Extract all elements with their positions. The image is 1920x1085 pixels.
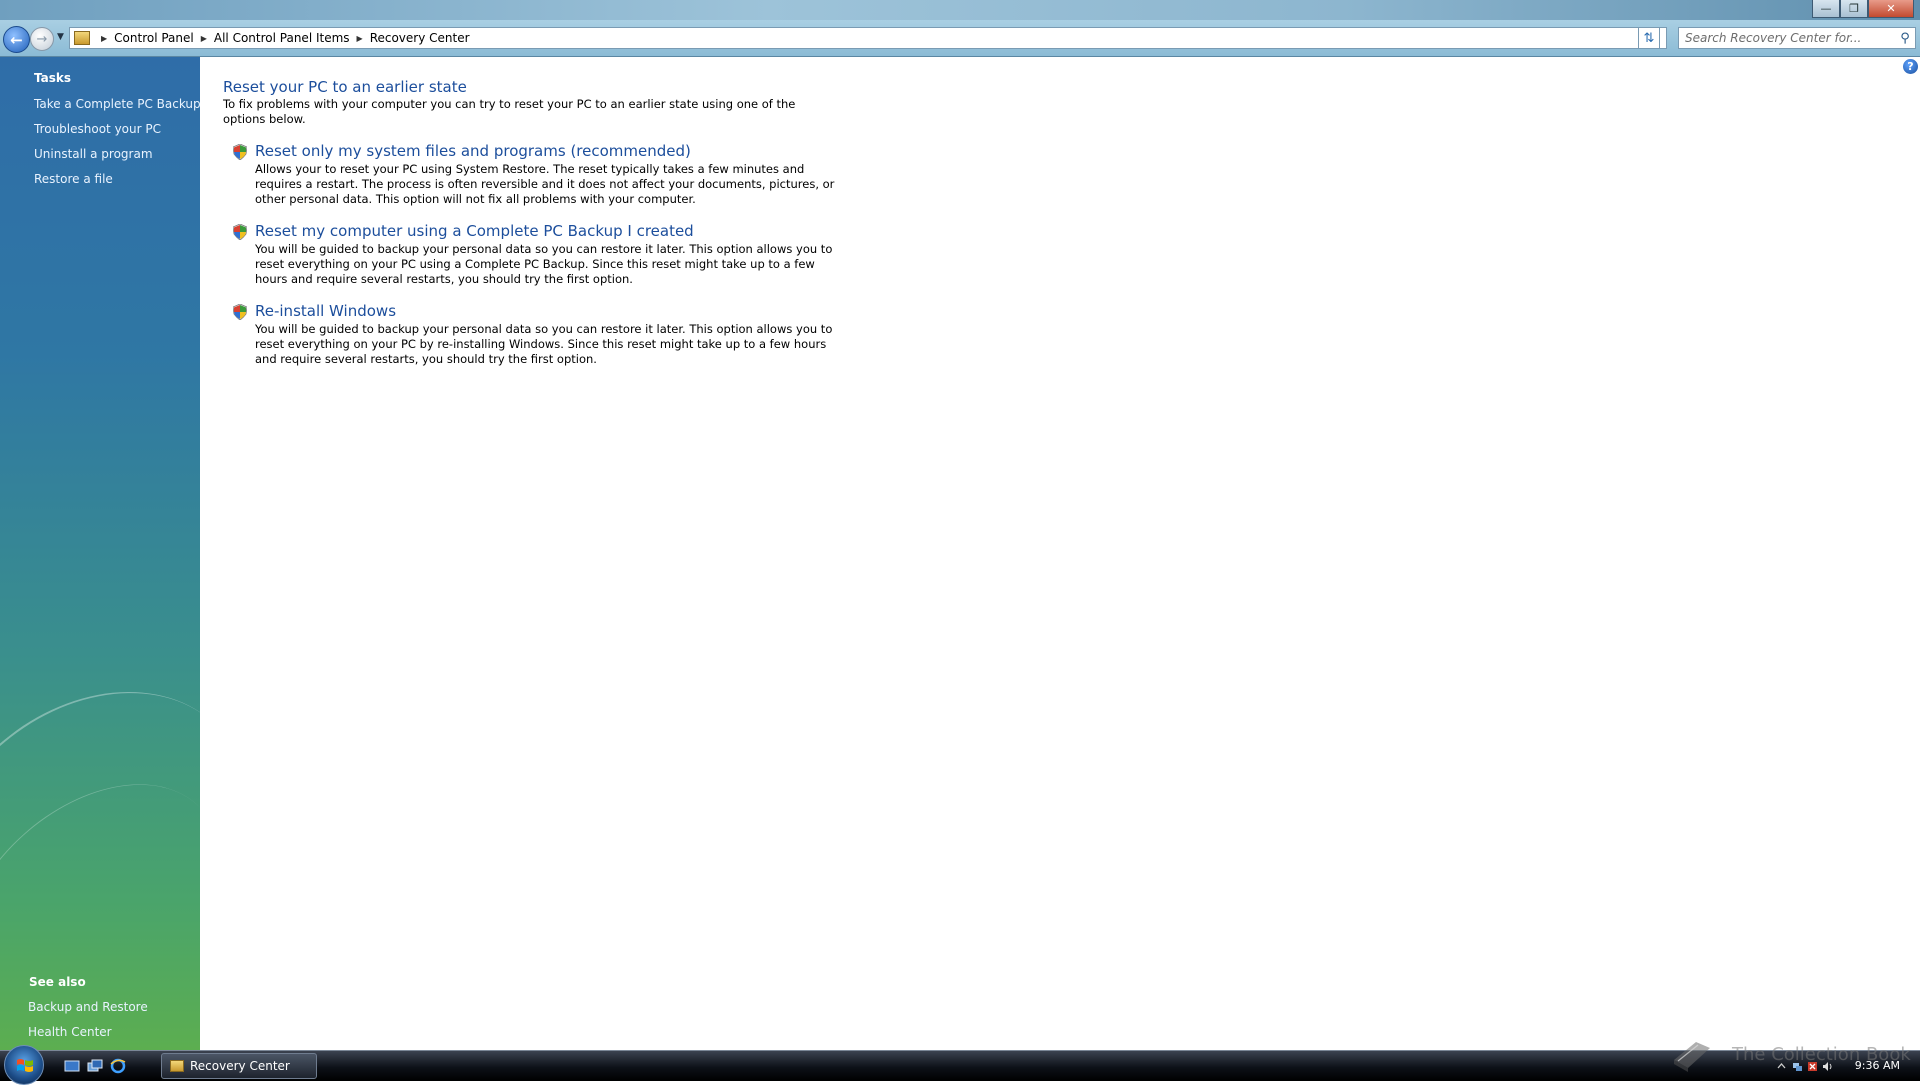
- task-uninstall-a-program[interactable]: Uninstall a program: [34, 147, 153, 161]
- shield-icon: [233, 304, 247, 320]
- help-icon[interactable]: ?: [1903, 59, 1918, 74]
- see-also-health-center[interactable]: Health Center: [28, 1025, 112, 1039]
- option-description: Allows your to reset your PC using Syste…: [255, 162, 835, 206]
- task-restore-a-file[interactable]: Restore a file: [34, 172, 113, 186]
- main-content: ? Reset your PC to an earlier state To f…: [200, 57, 1920, 1050]
- option-title-link[interactable]: Re-install Windows: [255, 302, 396, 320]
- taskbar-button-label: Recovery Center: [190, 1059, 290, 1073]
- forward-arrow-icon: →: [36, 31, 48, 47]
- search-icon[interactable]: ⚲: [1895, 31, 1915, 46]
- control-panel-icon: [74, 31, 90, 45]
- breadcrumb-control-panel[interactable]: Control Panel: [114, 31, 194, 45]
- breadcrumb-arrow-icon[interactable]: ▶: [201, 34, 207, 43]
- taskbar-button-recovery-center[interactable]: Recovery Center: [161, 1053, 317, 1079]
- maximize-icon: ❐: [1849, 2, 1859, 15]
- start-button[interactable]: [4, 1045, 44, 1085]
- shield-icon: [233, 224, 247, 240]
- taskbar: Recovery Center 9:36 AM: [0, 1045, 1920, 1085]
- tasks-heading: Tasks: [34, 71, 72, 85]
- search-input[interactable]: [1679, 30, 1895, 46]
- option-title-link[interactable]: Reset only my system files and programs …: [255, 142, 691, 160]
- watermark: The Collection Book: [1670, 1036, 1920, 1080]
- forward-button[interactable]: →: [30, 27, 54, 51]
- recent-pages-dropdown[interactable]: ▼: [57, 32, 64, 42]
- switch-windows-icon[interactable]: [87, 1058, 103, 1074]
- back-button[interactable]: ←: [3, 26, 30, 53]
- option-description: You will be guided to backup your person…: [255, 242, 833, 286]
- address-bar[interactable]: ▶ Control Panel ▶ All Control Panel Item…: [69, 27, 1667, 49]
- task-troubleshoot-your-pc[interactable]: Troubleshoot your PC: [34, 122, 161, 136]
- sidebar: Tasks Take a Complete PC Backup Troubles…: [0, 57, 200, 1050]
- refresh-button[interactable]: ⇅: [1638, 27, 1660, 49]
- see-also-backup-and-restore[interactable]: Backup and Restore: [28, 1000, 148, 1014]
- internet-explorer-icon[interactable]: [110, 1058, 126, 1074]
- chevron-down-icon: ▼: [57, 32, 64, 42]
- window-title-bar: — ❐ ✕: [0, 0, 1920, 20]
- control-panel-icon: [170, 1060, 184, 1072]
- search-box[interactable]: ⚲: [1678, 27, 1916, 49]
- breadcrumb-all-items[interactable]: All Control Panel Items: [214, 31, 350, 45]
- shield-icon: [233, 144, 247, 160]
- book-logo-icon: [1674, 1042, 1710, 1072]
- back-arrow-icon: ←: [10, 30, 23, 49]
- navigation-bar: ← → ▼ ▶ Control Panel ▶ All Control Pane…: [0, 20, 1920, 57]
- page-title: Reset your PC to an earlier state: [223, 78, 467, 96]
- breadcrumb-arrow-icon[interactable]: ▶: [357, 34, 363, 43]
- minimize-button[interactable]: —: [1812, 0, 1840, 18]
- option-title-link[interactable]: Reset my computer using a Complete PC Ba…: [255, 222, 694, 240]
- close-button[interactable]: ✕: [1868, 0, 1914, 18]
- windows-logo-icon: [17, 1059, 33, 1072]
- window-controls: — ❐ ✕: [1812, 0, 1914, 18]
- watermark-text: The Collection Book: [1732, 1044, 1911, 1065]
- minimize-icon: —: [1820, 2, 1832, 15]
- breadcrumb-recovery-center[interactable]: Recovery Center: [370, 31, 470, 45]
- see-also-heading: See also: [29, 975, 86, 989]
- refresh-icon: ⇅: [1643, 30, 1655, 46]
- task-take-complete-pc-backup[interactable]: Take a Complete PC Backup: [34, 97, 200, 111]
- page-description: To fix problems with your computer you c…: [223, 97, 796, 126]
- maximize-button[interactable]: ❐: [1840, 0, 1868, 18]
- option-description: You will be guided to backup your person…: [255, 322, 833, 366]
- show-desktop-icon[interactable]: [64, 1058, 80, 1074]
- breadcrumb-arrow-icon[interactable]: ▶: [101, 34, 107, 43]
- close-icon: ✕: [1886, 2, 1896, 15]
